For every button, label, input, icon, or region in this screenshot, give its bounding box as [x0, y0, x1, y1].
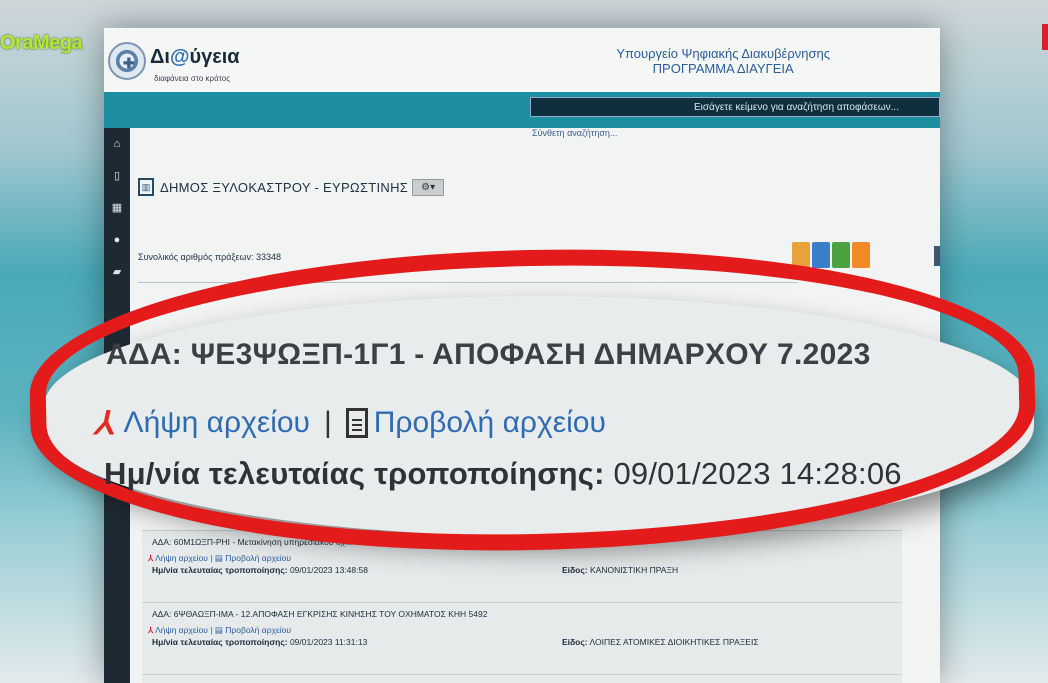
ministry-title: Υπουργείο Ψηφιακής Διακυβέρνησης ΠΡΟΓΡΑΜ… — [616, 46, 830, 76]
download-link[interactable]: Λήψη αρχείου — [155, 625, 208, 635]
type-value: ΛΟΙΠΕΣ ΑΤΟΜΙΚΕΣ ΔΙΟΙΚΗΤΙΚΕΣ ΠΡΑΞΕΙΣ — [589, 637, 759, 647]
building-icon: ▥ — [138, 178, 154, 196]
type-label: Είδος: — [562, 637, 588, 647]
view-link[interactable]: Προβολή αρχείου — [225, 625, 291, 635]
header: ✚ Δι@ύγεια διαφάνεια στο κράτος Υπουργεί… — [104, 28, 940, 92]
file-links: ⅄ Λήψη αρχείου | ▤ Προβολή αρχείου — [148, 625, 292, 635]
document-icon — [345, 408, 368, 438]
modified-label: Ημ/νία τελευταίας τροποποίησης: — [104, 456, 605, 491]
total-acts-count: Συνολικός αριθμός πράξεων: 33348 — [138, 252, 282, 262]
ministry-line: Υπουργείο Ψηφιακής Διακυβέρνησης — [616, 46, 830, 61]
chat-icon[interactable]: ▰ — [104, 256, 130, 288]
export-icons — [792, 242, 870, 268]
decision-title[interactable]: ΑΔΑ: 6ΨΘΑΩΞΠ-ΙΜΑ - 12.ΑΠΟΦΑΣΗ ΕΓΚΡΙΣΗΣ Κ… — [152, 609, 487, 619]
advanced-search-link[interactable]: Σύνθετη αναζήτηση... — [532, 128, 617, 138]
pdf-icon: ⅄ — [148, 553, 154, 563]
logo-at: @ — [169, 46, 190, 68]
globe-icon[interactable]: ● — [104, 224, 130, 256]
link-separator: | — [323, 406, 332, 439]
download-link[interactable]: Λήψη αρχείου — [155, 553, 208, 563]
file-links: ⅄ Λήψη αρχείου | ▤ Προβολή αρχείου — [148, 553, 292, 563]
side-widget — [934, 246, 940, 266]
type-value: ΚΑΝΟΝΙΣΤΙΚΗ ΠΡΑΞΗ — [590, 565, 679, 575]
date-label: Ημ/νία τελευταίας τροποποίησης: — [152, 565, 288, 575]
date-value: 09/01/2023 13:48:58 — [289, 565, 368, 575]
decision-type: Είδος: ΛΟΙΠΕΣ ΑΤΟΜΙΚΕΣ ΔΙΟΙΚΗΤΙΚΕΣ ΠΡΑΞΕ… — [562, 637, 759, 647]
site-logo[interactable]: Δι@ύγεια — [150, 46, 240, 69]
greek-emblem-icon: ✚ — [108, 42, 146, 80]
home-icon[interactable]: ⌂ — [104, 128, 130, 160]
view-link[interactable]: Προβολή αρχείου — [225, 553, 291, 563]
rss-icon[interactable] — [852, 242, 870, 268]
corner-mark — [1042, 24, 1048, 50]
doc-icon: ▤ — [214, 625, 223, 635]
search-input[interactable]: Εισάγετε κείμενο για αναζήτηση αποφάσεων… — [530, 97, 940, 117]
decision-type: Είδος: ΚΑΝΟΝΙΣΤΙΚΗ ΠΡΑΞΗ — [562, 565, 678, 575]
list-item — [142, 674, 902, 683]
logo-tagline: διαφάνεια στο κράτος — [154, 74, 231, 83]
modified-date: Ημ/νία τελευταίας τροποποίησης: 09/01/20… — [152, 565, 368, 575]
pdf-icon: ⅄ — [148, 625, 154, 635]
list-item: ΑΔΑ: 6ΨΘΑΩΞΠ-ΙΜΑ - 12.ΑΠΟΦΑΣΗ ΕΓΚΡΙΣΗΣ Κ… — [142, 602, 902, 675]
org-settings-button[interactable]: ⚙▾ — [412, 178, 445, 196]
callout-file-links: ⅄ Λήψη αρχείου | Προβολή αρχείου — [92, 404, 606, 442]
channel-logo: OraMega — [0, 32, 83, 54]
modified-date: Ημ/νία τελευταίας τροποποίησης: 09/01/20… — [152, 637, 367, 647]
date-value: 09/01/2023 11:31:13 — [289, 637, 368, 647]
callout-decision-title[interactable]: ΑΔΑ: ΨΕ3ΨΩΞΠ-1Γ1 - ΑΠΟΦΑΣΗ ΔΗΜΑΡΧΟΥ 7.20… — [106, 338, 871, 372]
type-label: Είδος: — [562, 565, 588, 575]
date-label: Ημ/νία τελευταίας τροποποίησης: — [152, 637, 288, 647]
bookmark-icon[interactable]: ▯ — [104, 160, 130, 192]
view-file-link[interactable]: Προβολή αρχείου — [374, 406, 606, 440]
doc-icon: ▤ — [214, 553, 223, 563]
organization-header: ▥ ΔΗΜΟΣ ΞΥΛΟΚΑΣΤΡΟΥ - ΕΥΡΩΣΤΙΝΗΣ ⚙▾ — [138, 174, 445, 200]
organization-name[interactable]: ΔΗΜΟΣ ΞΥΛΟΚΑΣΤΡΟΥ - ΕΥΡΩΣΤΙΝΗΣ — [160, 180, 408, 195]
callout-modified-date: Ημ/νία τελευταίας τροποποίησης: 09/01/20… — [104, 456, 902, 492]
grid-icon[interactable]: ▦ — [104, 192, 130, 224]
export-csv-icon[interactable] — [832, 242, 850, 268]
logo-text-end: ύγεια — [189, 46, 240, 68]
download-file-link[interactable]: Λήψη αρχείου — [124, 406, 310, 440]
program-line: ΠΡΟΓΡΑΜΜΑ ΔΙΑΥΓΕΙΑ — [652, 61, 794, 76]
export-doc-icon[interactable] — [812, 242, 830, 268]
modified-value: 09/01/2023 14:28:06 — [613, 456, 902, 491]
logo-text: Δι — [150, 46, 170, 68]
pdf-icon: ⅄ — [92, 405, 120, 441]
